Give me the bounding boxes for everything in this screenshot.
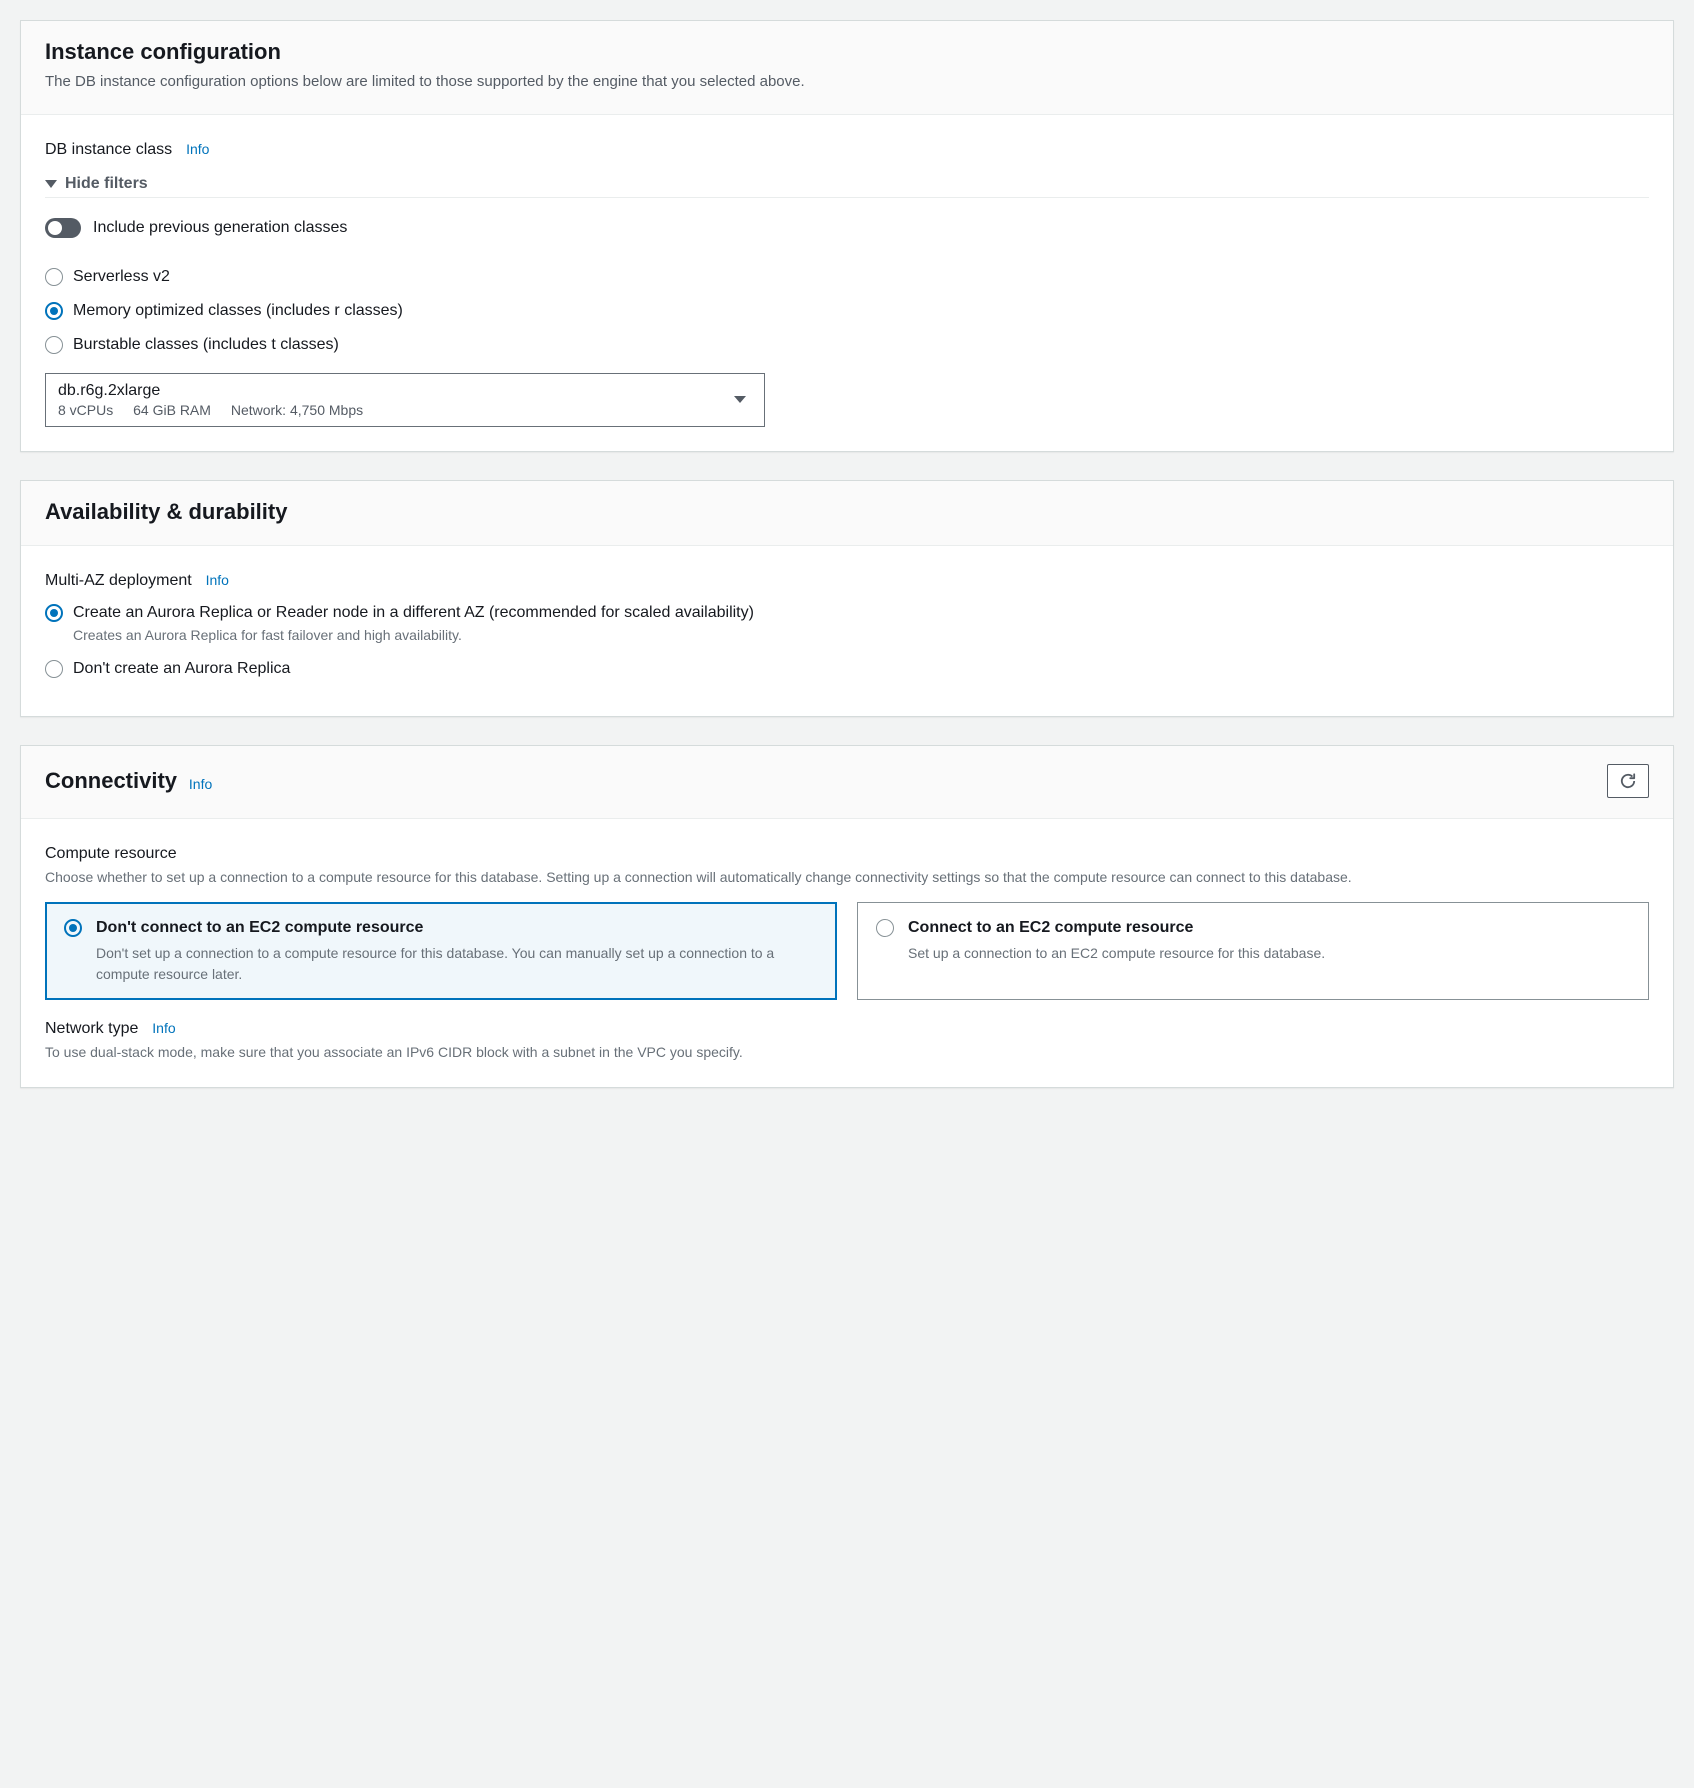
hide-filters-toggle[interactable]: Hide filters <box>45 175 1649 193</box>
panel-title: Instance configuration <box>45 39 281 64</box>
radio-description: Creates an Aurora Replica for fast failo… <box>73 626 754 646</box>
caret-down-icon <box>45 180 57 188</box>
instance-class-radio-group: Serverless v2 Memory optimized classes (… <box>45 266 1649 357</box>
tile-description: Set up a connection to an EC2 compute re… <box>908 943 1630 964</box>
vcpu-value: 8 vCPUs <box>58 402 113 418</box>
tile-dont-connect-ec2[interactable]: Don't connect to an EC2 compute resource… <box>45 902 837 1000</box>
hide-filters-label: Hide filters <box>65 175 148 193</box>
network-type-description: To use dual-stack mode, make sure that y… <box>45 1042 1649 1063</box>
radio-icon <box>45 660 63 678</box>
info-link[interactable]: Info <box>186 141 209 157</box>
radio-icon <box>64 919 82 937</box>
compute-resource-tile-group: Don't connect to an EC2 compute resource… <box>45 902 1649 1000</box>
compute-resource-description: Choose whether to set up a connection to… <box>45 867 1649 888</box>
radio-memory-optimized[interactable]: Memory optimized classes (includes r cla… <box>45 300 1649 322</box>
radio-dont-create-replica[interactable]: Don't create an Aurora Replica <box>45 658 1649 680</box>
radio-label: Serverless v2 <box>73 266 170 288</box>
multi-az-label: Multi-AZ deployment <box>45 572 192 589</box>
ram-value: 64 GiB RAM <box>133 402 211 418</box>
radio-icon <box>45 302 63 320</box>
panel-header: Instance configuration The DB instance c… <box>21 21 1673 115</box>
radio-label: Memory optimized classes (includes r cla… <box>73 300 403 322</box>
radio-label: Don't create an Aurora Replica <box>73 658 290 680</box>
refresh-button[interactable] <box>1607 764 1649 798</box>
connectivity-panel: Connectivity Info Compute resource Choos… <box>20 745 1674 1088</box>
panel-title: Availability & durability <box>45 499 287 524</box>
radio-label: Create an Aurora Replica or Reader node … <box>73 602 754 624</box>
include-previous-generation-toggle[interactable] <box>45 218 81 238</box>
tile-title: Connect to an EC2 compute resource <box>908 917 1630 939</box>
radio-icon <box>45 604 63 622</box>
radio-burstable[interactable]: Burstable classes (includes t classes) <box>45 334 1649 356</box>
multi-az-radio-group: Create an Aurora Replica or Reader node … <box>45 602 1649 680</box>
instance-configuration-panel: Instance configuration The DB instance c… <box>20 20 1674 452</box>
compute-resource-label: Compute resource <box>45 845 177 862</box>
refresh-icon <box>1619 772 1637 790</box>
radio-icon <box>45 336 63 354</box>
db-instance-class-label: DB instance class <box>45 141 172 158</box>
network-value: Network: 4,750 Mbps <box>231 402 363 418</box>
panel-title: Connectivity <box>45 768 177 793</box>
radio-serverless-v2[interactable]: Serverless v2 <box>45 266 1649 288</box>
availability-durability-panel: Availability & durability Multi-AZ deplo… <box>20 480 1674 717</box>
radio-create-replica[interactable]: Create an Aurora Replica or Reader node … <box>45 602 1649 646</box>
tile-connect-ec2[interactable]: Connect to an EC2 compute resource Set u… <box>857 902 1649 1000</box>
panel-body: Multi-AZ deployment Info Create an Auror… <box>21 546 1673 716</box>
radio-label: Burstable classes (includes t classes) <box>73 334 339 356</box>
panel-header: Availability & durability <box>21 481 1673 546</box>
info-link[interactable]: Info <box>152 1020 175 1036</box>
tile-title: Don't connect to an EC2 compute resource <box>96 917 818 939</box>
tile-description: Don't set up a connection to a compute r… <box>96 943 818 985</box>
radio-icon <box>45 268 63 286</box>
select-meta: 8 vCPUs 64 GiB RAM Network: 4,750 Mbps <box>58 402 379 418</box>
panel-body: DB instance class Info Hide filters Incl… <box>21 115 1673 451</box>
info-link[interactable]: Info <box>189 776 212 792</box>
chevron-down-icon <box>734 396 746 403</box>
instance-type-select[interactable]: db.r6g.2xlarge 8 vCPUs 64 GiB RAM Networ… <box>45 373 765 427</box>
toggle-label: Include previous generation classes <box>93 219 347 237</box>
info-link[interactable]: Info <box>206 572 229 588</box>
panel-body: Compute resource Choose whether to set u… <box>21 819 1673 1087</box>
radio-icon <box>876 919 894 937</box>
network-type-label: Network type <box>45 1020 138 1037</box>
panel-header: Connectivity Info <box>21 746 1673 819</box>
select-value: db.r6g.2xlarge <box>58 382 379 400</box>
panel-description: The DB instance configuration options be… <box>45 71 1649 94</box>
toggle-knob <box>48 221 62 235</box>
